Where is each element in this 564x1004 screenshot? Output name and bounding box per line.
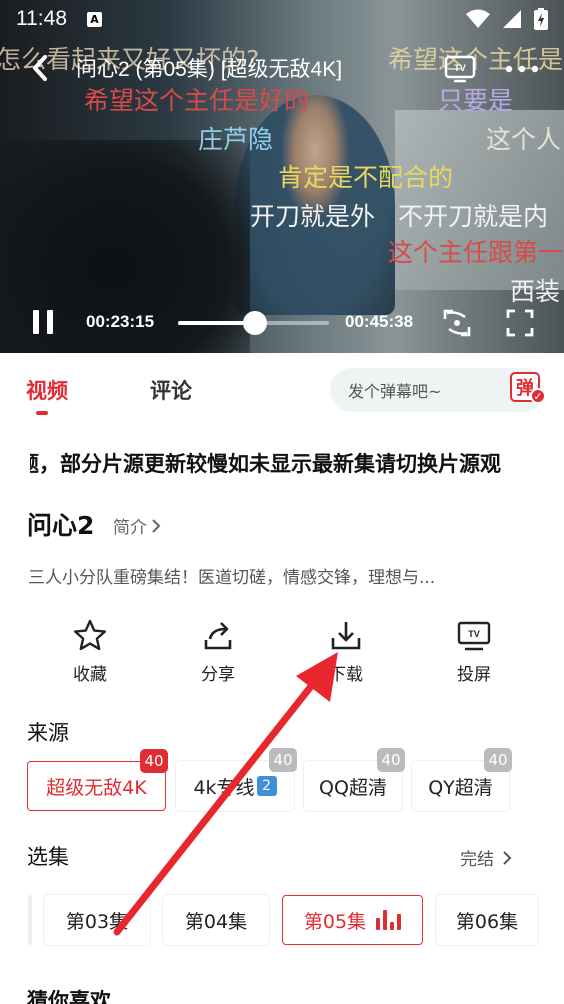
- intro-link-label: 简介: [113, 518, 147, 538]
- cast-button[interactable]: TV: [438, 50, 482, 88]
- danmaku-comment: 开刀就是外: [250, 202, 376, 231]
- intro-link[interactable]: 简介: [113, 513, 161, 538]
- share-button[interactable]: 分享: [173, 618, 263, 688]
- episode-label: 第06集: [455, 910, 519, 933]
- cast-screen-label: 投屏: [457, 665, 491, 685]
- danmaku-comment: 肯定是不配合的: [278, 163, 454, 192]
- danmaku-comment: 不开刀就是内: [398, 202, 549, 231]
- status-icons: [466, 8, 548, 30]
- recommend-section-title: 猜你喜欢: [27, 989, 111, 1004]
- seek-bar[interactable]: [178, 311, 329, 335]
- chevron-right-icon: [152, 518, 161, 533]
- cast-screen-button[interactable]: TV 投屏: [429, 618, 519, 688]
- notice-text: 题，部分片源更新较慢如未显示最新集请切换片源观: [30, 452, 501, 476]
- svg-text:TV: TV: [454, 63, 466, 73]
- source-chip[interactable]: QQ超清 40: [304, 748, 405, 811]
- source-count-badge: 40: [140, 749, 168, 773]
- tv-cast-icon: TV: [457, 621, 491, 651]
- tab-bar: 视频 评论 发个弹幕吧~ 弹 ✓: [0, 353, 564, 425]
- detail-panel: 视频 评论 发个弹幕吧~ 弹 ✓ 题，部分片源更新较慢如未显示最新集请切换片源观…: [0, 353, 564, 1004]
- status-time: 11:48: [16, 7, 67, 30]
- notification-icon: A: [87, 11, 102, 27]
- synopsis: 三人小分队重磅集结！医道切磋，情感交锋，理想与...: [28, 568, 436, 588]
- back-button[interactable]: [22, 46, 58, 90]
- check-icon: ✓: [530, 388, 546, 404]
- screen: 11:48 A 怎么看起来又好又坏的? 希望这个主任是 希望这个主任是好的 只要…: [0, 0, 564, 1004]
- more-options-button[interactable]: [500, 50, 544, 88]
- action-row: 收藏 分享 下载 TV 投屏: [0, 618, 564, 688]
- source-count-badge: 40: [269, 748, 297, 772]
- episode-label: 第04集: [184, 910, 248, 933]
- source-chip-label: QY超清: [428, 776, 493, 799]
- video-title: 问心2 (第05集) [超级无敌4K]: [76, 58, 343, 81]
- danmaku-comment: 庄芦隐: [198, 125, 274, 154]
- tab-comment[interactable]: 评论: [150, 375, 192, 405]
- source-chip[interactable]: 4k专线 2 40: [176, 748, 297, 811]
- source-count-badge: 40: [484, 748, 512, 772]
- episode-chip[interactable]: 第06集: [436, 895, 538, 945]
- danmaku-comment: 这个主任跟第一: [388, 238, 564, 267]
- player-controls: 00:23:15 00:45:38: [0, 298, 564, 348]
- source-chip-label: 4k专线: [193, 776, 255, 799]
- fullscreen-button[interactable]: [504, 307, 536, 339]
- episode-status-link[interactable]: 完结: [460, 845, 512, 870]
- episode-chip[interactable]: 第04集: [163, 895, 269, 945]
- current-time: 00:23:15: [86, 312, 155, 331]
- episode-label: 第03集: [65, 910, 129, 933]
- chevron-right-icon: [503, 850, 512, 865]
- tab-video[interactable]: 视频: [26, 375, 68, 405]
- episode-label: 第05集: [303, 910, 367, 933]
- source-count-badge: 40: [377, 748, 405, 772]
- notice-marquee: 题，部分片源更新较慢如未显示最新集请切换片源观: [30, 446, 534, 480]
- source-chip[interactable]: 超级无敌4K 40: [27, 749, 168, 811]
- total-time: 00:45:38: [345, 312, 414, 331]
- screen-rotate-icon: [443, 309, 471, 337]
- battery-icon: [534, 8, 548, 30]
- seek-bar-thumb[interactable]: [243, 311, 267, 335]
- more-dots-icon: [505, 65, 539, 73]
- danmaku-toggle-button[interactable]: 弹 ✓: [508, 372, 548, 408]
- show-title: 问心2: [27, 511, 95, 540]
- signal-icon: [503, 10, 521, 28]
- video-player[interactable]: 11:48 A 怎么看起来又好又坏的? 希望这个主任是 希望这个主任是好的 只要…: [0, 0, 564, 353]
- source-chip-label: QQ超清: [319, 776, 387, 799]
- download-icon: [331, 622, 361, 650]
- source-list: 超级无敌4K 40 4k专线 2 40 QQ超清 40 QY超清 40: [0, 748, 564, 815]
- episode-list: 第03集 第04集 第05集 第06集: [0, 895, 564, 947]
- star-icon: [74, 619, 106, 651]
- favorite-button[interactable]: 收藏: [45, 618, 135, 688]
- keycap-two-icon: 2: [256, 776, 277, 796]
- danmaku-comment: 这个人: [486, 125, 562, 154]
- source-section-title: 来源: [27, 721, 69, 745]
- share-icon: [204, 622, 232, 650]
- chevron-left-icon: [33, 55, 47, 81]
- download-label: 下载: [329, 665, 363, 685]
- tv-icon: TV: [444, 55, 476, 83]
- danmaku-input-placeholder: 发个弹幕吧~: [348, 382, 442, 401]
- episode-status-label: 完结: [460, 850, 494, 870]
- player-top-bar: 问心2 (第05集) [超级无敌4K] TV: [0, 44, 564, 92]
- tab-indicator: [36, 411, 48, 415]
- source-chip-label: 超级无敌4K: [46, 776, 147, 799]
- fullscreen-icon: [506, 309, 534, 337]
- status-bar: 11:48 A: [0, 0, 564, 38]
- wifi-icon: [466, 9, 490, 28]
- favorite-label: 收藏: [73, 665, 107, 685]
- playing-bars-icon: [376, 910, 402, 930]
- rotate-screen-button[interactable]: [441, 307, 473, 339]
- episode-chip-partial: [28, 895, 32, 945]
- episode-chip[interactable]: 第03集: [44, 895, 150, 945]
- svg-text:TV: TV: [468, 629, 480, 639]
- pause-button[interactable]: [28, 310, 60, 336]
- download-button[interactable]: 下载: [301, 618, 391, 688]
- share-label: 分享: [201, 665, 235, 685]
- episode-section-title: 选集: [27, 845, 69, 869]
- episode-chip-active[interactable]: 第05集: [282, 895, 423, 945]
- source-chip[interactable]: QY超清 40: [412, 748, 512, 811]
